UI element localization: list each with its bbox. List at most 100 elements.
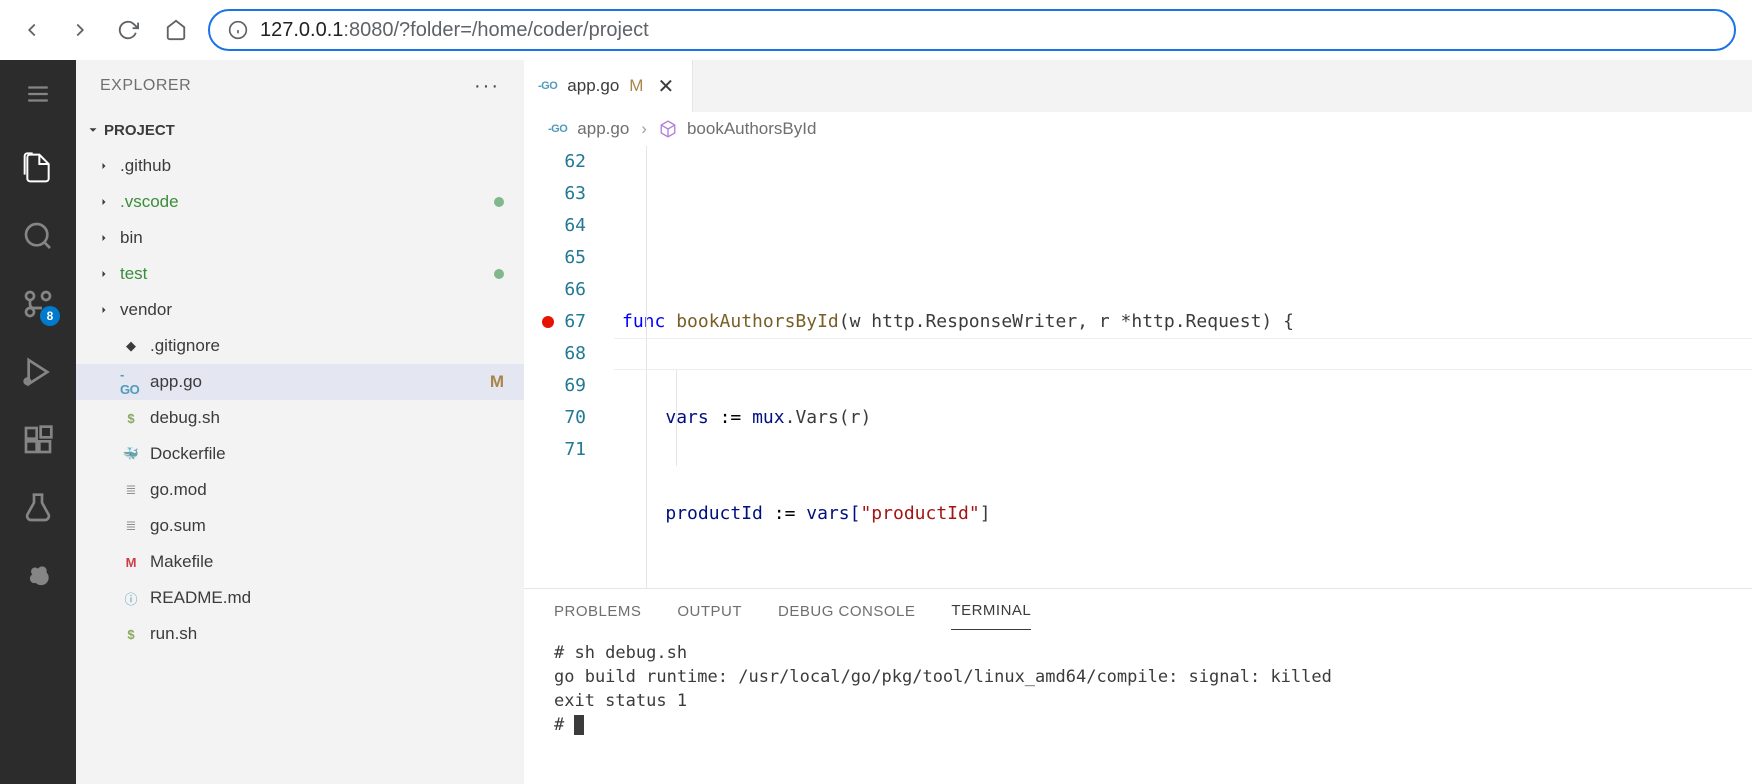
bottom-panel: PROBLEMS OUTPUT DEBUG CONSOLE TERMINAL # sh… <box>524 588 1752 784</box>
file-icon: ≣ <box>120 482 142 498</box>
breadcrumb-symbol[interactable]: bookAuthorsById <box>687 119 816 139</box>
tree-item-makefile[interactable]: MMakefile <box>76 544 524 580</box>
tree-item-label: run.sh <box>150 624 514 644</box>
tree-item-label: Dockerfile <box>150 444 514 464</box>
tree-item-label: debug.sh <box>150 408 514 428</box>
tree-item--gitignore[interactable]: ◆ .gitignore <box>76 328 524 364</box>
tree-item--github[interactable]: .github <box>76 148 524 184</box>
sidebar-more-button[interactable]: ··· <box>474 75 500 98</box>
tree-item-readme-md[interactable]: ⓘ README.md <box>76 580 524 616</box>
panel-tabs: PROBLEMS OUTPUT DEBUG CONSOLE TERMINAL <box>524 589 1752 633</box>
tab-close-button[interactable]: ✕ <box>653 74 678 99</box>
file-icon: $ <box>120 411 142 426</box>
file-icon: ⓘ <box>120 589 142 608</box>
tree-item-label: .github <box>120 156 514 176</box>
line-number[interactable]: 67 <box>524 306 586 338</box>
run-debug-view-button[interactable] <box>14 352 62 392</box>
line-number[interactable]: 62 <box>524 146 586 178</box>
panel-tab-problems[interactable]: PROBLEMS <box>554 593 641 630</box>
chevron-down-icon <box>86 123 100 137</box>
home-button[interactable] <box>160 14 192 46</box>
file-icon: ≣ <box>120 518 142 534</box>
tree-item-label: app.go <box>150 372 482 392</box>
chevron-right-icon <box>98 268 112 280</box>
tree-item-label: README.md <box>150 588 514 608</box>
editor-tab-app-go[interactable]: -GO app.go M ✕ <box>524 60 693 112</box>
panel-tab-output[interactable]: OUTPUT <box>677 593 742 630</box>
source-control-view-button[interactable]: 8 <box>14 284 62 324</box>
chevron-right-icon <box>98 304 112 316</box>
tree-item-label: go.sum <box>150 516 514 536</box>
tree-item-label: bin <box>120 228 514 248</box>
line-number[interactable]: 71 <box>524 434 586 466</box>
forward-button[interactable] <box>64 14 96 46</box>
line-number[interactable]: 63 <box>524 178 586 210</box>
go-file-icon: -GO <box>538 80 557 92</box>
breadcrumb-file[interactable]: app.go <box>577 119 629 139</box>
file-icon: -GO <box>120 367 142 397</box>
chevron-right-icon <box>98 196 112 208</box>
file-icon: ◆ <box>120 338 142 354</box>
menu-button[interactable] <box>14 74 62 114</box>
line-number[interactable]: 69 <box>524 370 586 402</box>
testing-view-button[interactable] <box>14 488 62 528</box>
sidebar-header: EXPLORER ··· <box>76 60 524 112</box>
search-view-button[interactable] <box>14 216 62 256</box>
chevron-right-icon <box>98 160 112 172</box>
panel-tab-debug-console[interactable]: DEBUG CONSOLE <box>778 593 915 630</box>
site-info-icon[interactable] <box>228 20 248 40</box>
indent-guide <box>646 146 647 588</box>
breakpoint-icon[interactable] <box>542 316 554 328</box>
activity-bar: 8 <box>0 60 76 784</box>
tree-item-go-mod[interactable]: ≣go.mod <box>76 472 524 508</box>
tree-item-vendor[interactable]: vendor <box>76 292 524 328</box>
editor-area: -GO app.go M ✕ -GO app.go › bookAuthorsB… <box>524 60 1752 784</box>
line-number[interactable]: 68 <box>524 338 586 370</box>
line-number[interactable]: 64 <box>524 210 586 242</box>
file-icon: $ <box>120 627 142 642</box>
tree-item-label: Makefile <box>150 552 514 572</box>
file-icon: 🐳 <box>120 446 142 462</box>
tree-item-label: .vscode <box>120 192 486 212</box>
tree-item-label: .gitignore <box>150 336 514 356</box>
terminal-output[interactable]: # sh debug.sh go build runtime: /usr/loc… <box>524 633 1752 784</box>
file-tree[interactable]: .github .vscode bin test vendor ◆ .gitignore -G… <box>76 148 524 784</box>
code-editor[interactable]: 62636465666768697071 func bookAuthorsByI… <box>524 146 1752 588</box>
project-folder-header[interactable]: PROJECT <box>76 112 524 148</box>
symbol-method-icon <box>659 120 677 138</box>
chevron-right-icon: › <box>641 119 647 139</box>
tree-item-go-sum[interactable]: ≣ go.sum <box>76 508 524 544</box>
tree-item-run-sh[interactable]: $ run.sh <box>76 616 524 652</box>
tree-item-dockerfile[interactable]: 🐳 Dockerfile <box>76 436 524 472</box>
indent-guide <box>676 370 677 466</box>
tab-modified-indicator: M <box>629 76 643 96</box>
explorer-view-button[interactable] <box>14 148 62 188</box>
line-number[interactable]: 66 <box>524 274 586 306</box>
git-modified-indicator: M <box>490 372 504 392</box>
extensions-view-button[interactable] <box>14 420 62 460</box>
current-line-highlight <box>614 338 1752 370</box>
terminal-cursor <box>574 715 584 735</box>
code-content[interactable]: func bookAuthorsById(w http.ResponseWrit… <box>614 146 1752 588</box>
tree-item-label: vendor <box>120 300 514 320</box>
reload-button[interactable] <box>112 14 144 46</box>
sidebar-title: EXPLORER <box>100 77 191 95</box>
panel-tab-terminal[interactable]: TERMINAL <box>951 592 1031 630</box>
back-button[interactable] <box>16 14 48 46</box>
tree-item-bin[interactable]: bin <box>76 220 524 256</box>
tree-item-app-go[interactable]: -GO app.go M <box>76 364 524 400</box>
breadcrumb[interactable]: -GO app.go › bookAuthorsById <box>524 112 1752 146</box>
line-number-gutter[interactable]: 62636465666768697071 <box>524 146 614 588</box>
tree-item-debug-sh[interactable]: $ debug.sh <box>76 400 524 436</box>
url-bar[interactable]: 127.0.0.1:8080/?folder=/home/coder/proje… <box>208 9 1736 51</box>
line-number[interactable]: 65 <box>524 242 586 274</box>
remote-indicator[interactable] <box>14 556 62 596</box>
tree-item-test[interactable]: test <box>76 256 524 292</box>
sidebar: EXPLORER ··· PROJECT .github .vscode bin te… <box>76 60 524 784</box>
url-text: 127.0.0.1:8080/?folder=/home/coder/proje… <box>260 19 649 42</box>
go-file-icon: -GO <box>548 123 567 135</box>
tree-item--vscode[interactable]: .vscode <box>76 184 524 220</box>
editor-tabs: -GO app.go M ✕ <box>524 60 1752 112</box>
tab-label: app.go <box>567 76 619 96</box>
line-number[interactable]: 70 <box>524 402 586 434</box>
